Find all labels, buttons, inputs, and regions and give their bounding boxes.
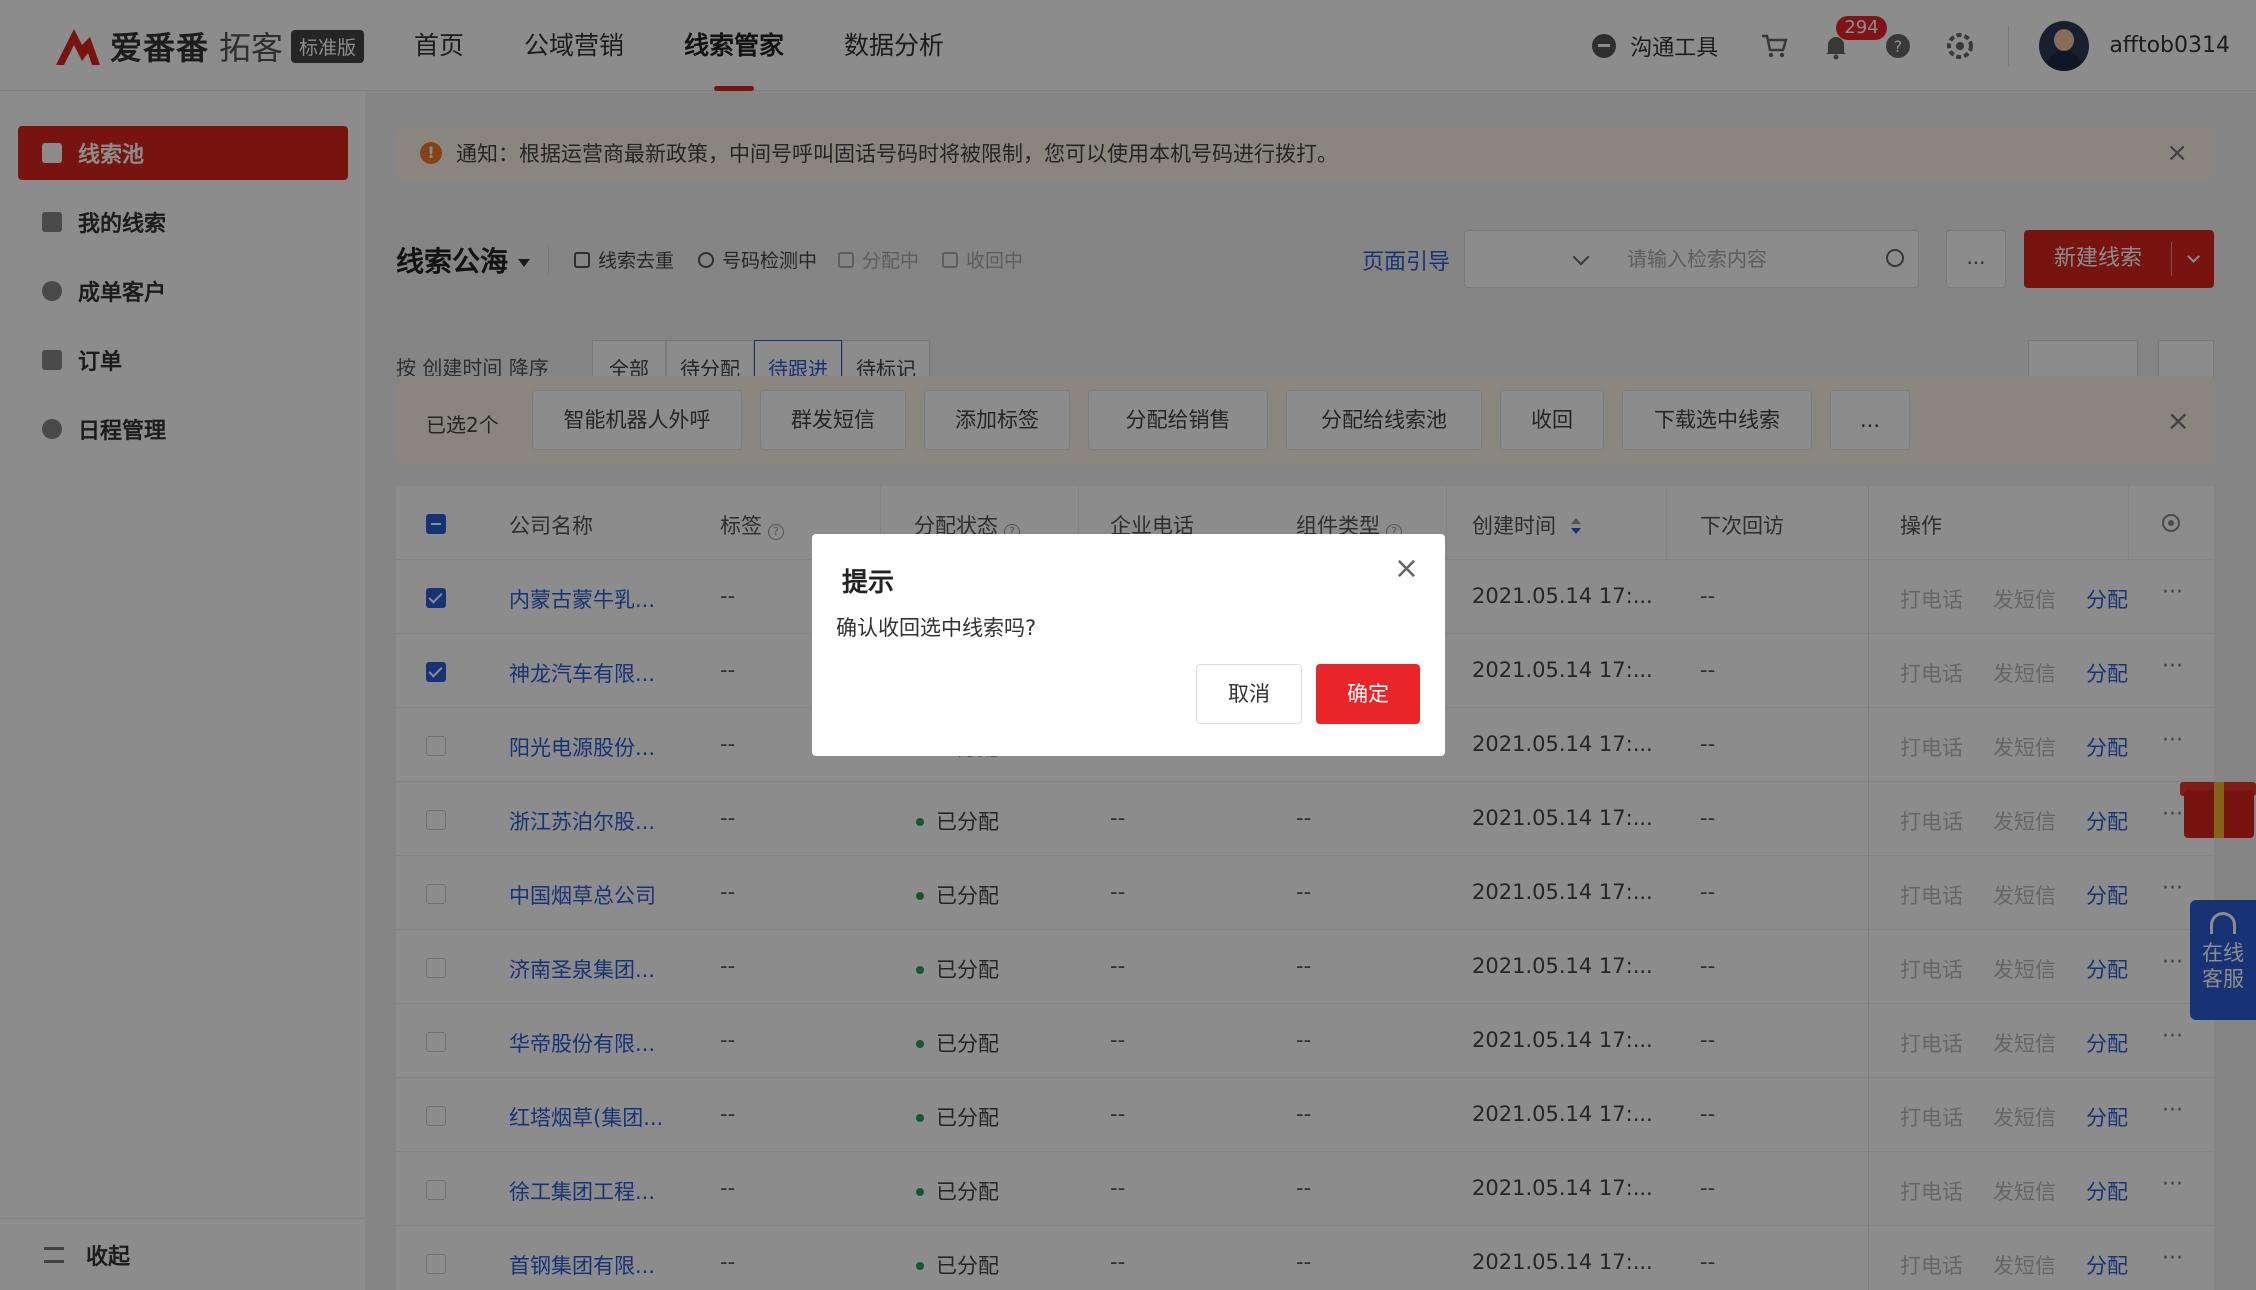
dialog-message: 确认收回选中线索吗?: [836, 616, 1037, 640]
dialog-title: 提示: [842, 568, 895, 598]
cancel-button[interactable]: 取消: [1196, 664, 1302, 724]
confirm-button[interactable]: 确定: [1316, 664, 1420, 724]
confirm-dialog: 提示 × 确认收回选中线索吗? 取消 确定: [812, 534, 1445, 756]
close-icon[interactable]: ×: [1394, 554, 1419, 584]
